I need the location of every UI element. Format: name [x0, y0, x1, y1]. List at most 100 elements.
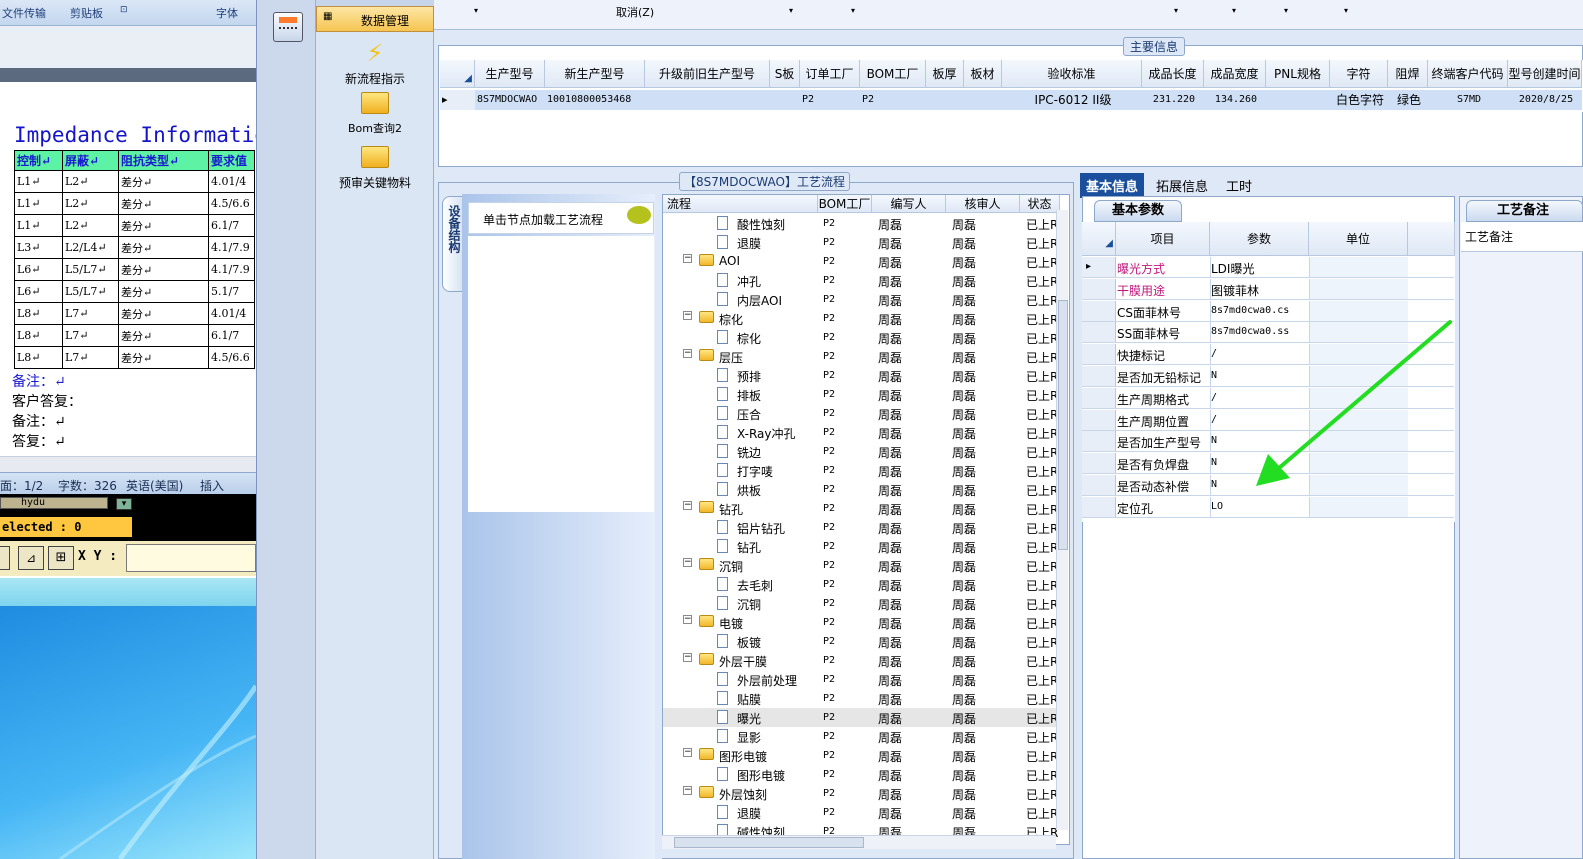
param-value[interactable]: N	[1211, 479, 1217, 490]
collapse-icon[interactable]: −	[683, 558, 692, 567]
list-item[interactable]: − 层压 P2 周磊 周磊 已上R	[663, 347, 1063, 366]
chevron-down-icon[interactable]: ▾	[116, 498, 132, 510]
tab-device-structure[interactable]: 设备结构	[442, 196, 464, 292]
list-item[interactable]: 铝片钻孔 P2 周磊 周磊 已上R	[663, 518, 1063, 537]
row-selector[interactable]	[1082, 453, 1116, 474]
table-row[interactable]: 定位孔 LO	[1082, 496, 1454, 518]
column-header[interactable]: 单位	[1309, 222, 1408, 256]
cad-tool-button[interactable]	[0, 546, 10, 570]
column-header[interactable]: 阻焊	[1388, 60, 1428, 88]
unit-cell[interactable]	[1309, 496, 1408, 517]
nav-item-new-flow[interactable]: ⚡ 新流程指示	[316, 36, 434, 87]
tab-basic-params[interactable]: 基本参数	[1094, 200, 1182, 222]
info-cell[interactable]: S7MD	[1428, 90, 1508, 110]
chevron-down-icon[interactable]: ▾	[1344, 6, 1348, 15]
list-item[interactable]: 外层前处理 P2 周磊 周磊 已上R	[663, 670, 1063, 689]
list-item[interactable]: − AOI P2 周磊 周磊 已上R	[663, 252, 1063, 271]
list-item[interactable]: 钻孔 P2 周磊 周磊 已上R	[663, 537, 1063, 556]
collapse-icon[interactable]: −	[683, 653, 692, 662]
list-item[interactable]: 烘板 P2 周磊 周磊 已上R	[663, 480, 1063, 499]
column-header[interactable]: 升级前旧生产型号	[645, 60, 770, 88]
list-item[interactable]: 内层AOI P2 周磊 周磊 已上R	[663, 290, 1063, 309]
collapse-icon[interactable]: −	[683, 748, 692, 757]
grid-icon[interactable]: ⊞	[48, 546, 74, 570]
info-cell[interactable]	[770, 90, 800, 110]
info-cell[interactable]	[1266, 90, 1330, 110]
info-cell[interactable]: 绿色	[1388, 90, 1428, 110]
horizontal-scrollbar[interactable]	[0, 456, 256, 472]
param-value[interactable]: 图镀菲林	[1211, 282, 1259, 299]
param-value[interactable]: /	[1211, 348, 1217, 359]
column-header[interactable]: 型号创建时间	[1508, 60, 1582, 88]
unit-cell[interactable]	[1309, 257, 1408, 277]
collapse-icon[interactable]: −	[683, 311, 692, 320]
list-item[interactable]: 排板 P2 周磊 周磊 已上R	[663, 385, 1063, 404]
list-item[interactable]: − 外层干膜 P2 周磊 周磊 已上R	[663, 651, 1063, 670]
row-selector[interactable]	[1082, 300, 1116, 321]
column-header[interactable]: 成品宽度	[1204, 60, 1266, 88]
column-header[interactable]: 参数	[1210, 222, 1309, 256]
nav-item-bom-query[interactable]: Bom查询2	[316, 92, 434, 136]
column-header[interactable]: 订单工厂	[800, 60, 860, 88]
list-item[interactable]: − 棕化 P2 周磊 周磊 已上R	[663, 309, 1063, 328]
param-value[interactable]: N	[1211, 457, 1217, 468]
column-header[interactable]	[1408, 222, 1455, 256]
info-cell[interactable]: 8S7MDOCWAO	[475, 90, 545, 110]
list-item[interactable]: 沉铜 P2 周磊 周磊 已上R	[663, 594, 1063, 613]
row-selector[interactable]	[1082, 475, 1116, 495]
cad-xy-input[interactable]	[126, 544, 256, 572]
chevron-down-icon[interactable]: ▾	[1174, 6, 1178, 15]
status-insert-mode[interactable]: 插入	[200, 477, 224, 494]
scroll-thumb[interactable]	[674, 837, 864, 848]
collapse-icon[interactable]: −	[683, 786, 692, 795]
param-value[interactable]: N	[1211, 435, 1217, 446]
ribbon-group-file-transfer[interactable]: 文件传输	[2, 5, 46, 21]
list-item[interactable]: 酸性蚀刻 P2 周磊 周磊 已上R	[663, 214, 1063, 233]
flow-horizontal-scrollbar[interactable]	[662, 835, 1056, 849]
row-selector[interactable]	[1082, 366, 1116, 386]
vertical-scrollbar[interactable]	[1056, 210, 1068, 830]
list-item[interactable]: 显影 P2 周磊 周磊 已上R	[663, 727, 1063, 746]
chevron-down-icon[interactable]: ▾	[789, 6, 793, 15]
column-header[interactable]: 状态	[1020, 195, 1060, 213]
row-selector[interactable]	[1082, 322, 1116, 343]
value-cell[interactable]	[1210, 496, 1309, 517]
measure-icon[interactable]: ⊿	[18, 546, 44, 570]
collapse-icon[interactable]: −	[683, 254, 692, 263]
cancel-button[interactable]: 取消(Z)	[616, 4, 654, 20]
list-item[interactable]: 冲孔 P2 周磊 周磊 已上R	[663, 271, 1063, 290]
list-item[interactable]: 预排 P2 周磊 周磊 已上R	[663, 366, 1063, 385]
column-header[interactable]: 编写人	[872, 195, 946, 213]
column-header[interactable]: S板	[770, 60, 800, 88]
info-cell[interactable]	[964, 90, 1002, 110]
launcher-icon[interactable]: ⊡	[120, 5, 128, 15]
column-header[interactable]: 验收标准	[1002, 60, 1142, 88]
nav-header-data-management[interactable]: ▦ 数据管理	[316, 6, 434, 32]
column-header[interactable]: 终端客户代码	[1428, 60, 1508, 88]
list-item[interactable]: − 电镀 P2 周磊 周磊 已上R	[663, 613, 1063, 632]
list-item[interactable]: 退膜 P2 周磊 周磊 已上R	[663, 233, 1063, 252]
column-header[interactable]: 流程	[663, 195, 818, 213]
detail-tab[interactable]: 拓展信息	[1150, 173, 1214, 198]
row-selector-icon[interactable]: ▸	[440, 90, 475, 110]
column-header[interactable]: 生产型号	[475, 60, 545, 88]
list-item[interactable]: − 沉铜 P2 周磊 周磊 已上R	[663, 556, 1063, 575]
info-cell[interactable]: P2	[800, 90, 860, 110]
column-header[interactable]: 成品长度	[1142, 60, 1204, 88]
row-selector[interactable]: ▸	[1082, 257, 1116, 277]
param-value[interactable]: /	[1211, 414, 1217, 425]
collapse-icon[interactable]: −	[683, 501, 692, 510]
info-cell[interactable]	[645, 90, 770, 110]
chevron-down-icon[interactable]: ▾	[1232, 6, 1236, 15]
info-cell[interactable]: 白色字符	[1330, 90, 1388, 110]
list-item[interactable]: 铣边 P2 周磊 周磊 已上R	[663, 442, 1063, 461]
list-item[interactable]: 退膜 P2 周磊 周磊 已上R	[663, 803, 1063, 822]
row-selector[interactable]	[1082, 409, 1116, 430]
chevron-down-icon[interactable]: ▾	[1284, 6, 1288, 15]
column-header[interactable]: 板材	[964, 60, 1002, 88]
detail-tab[interactable]: 工时	[1220, 173, 1258, 198]
column-header[interactable]: 字符	[1330, 60, 1388, 88]
status-page[interactable]: 面：1/2	[0, 477, 43, 494]
unit-cell[interactable]	[1309, 278, 1408, 299]
info-cell[interactable]: P2	[860, 90, 926, 110]
